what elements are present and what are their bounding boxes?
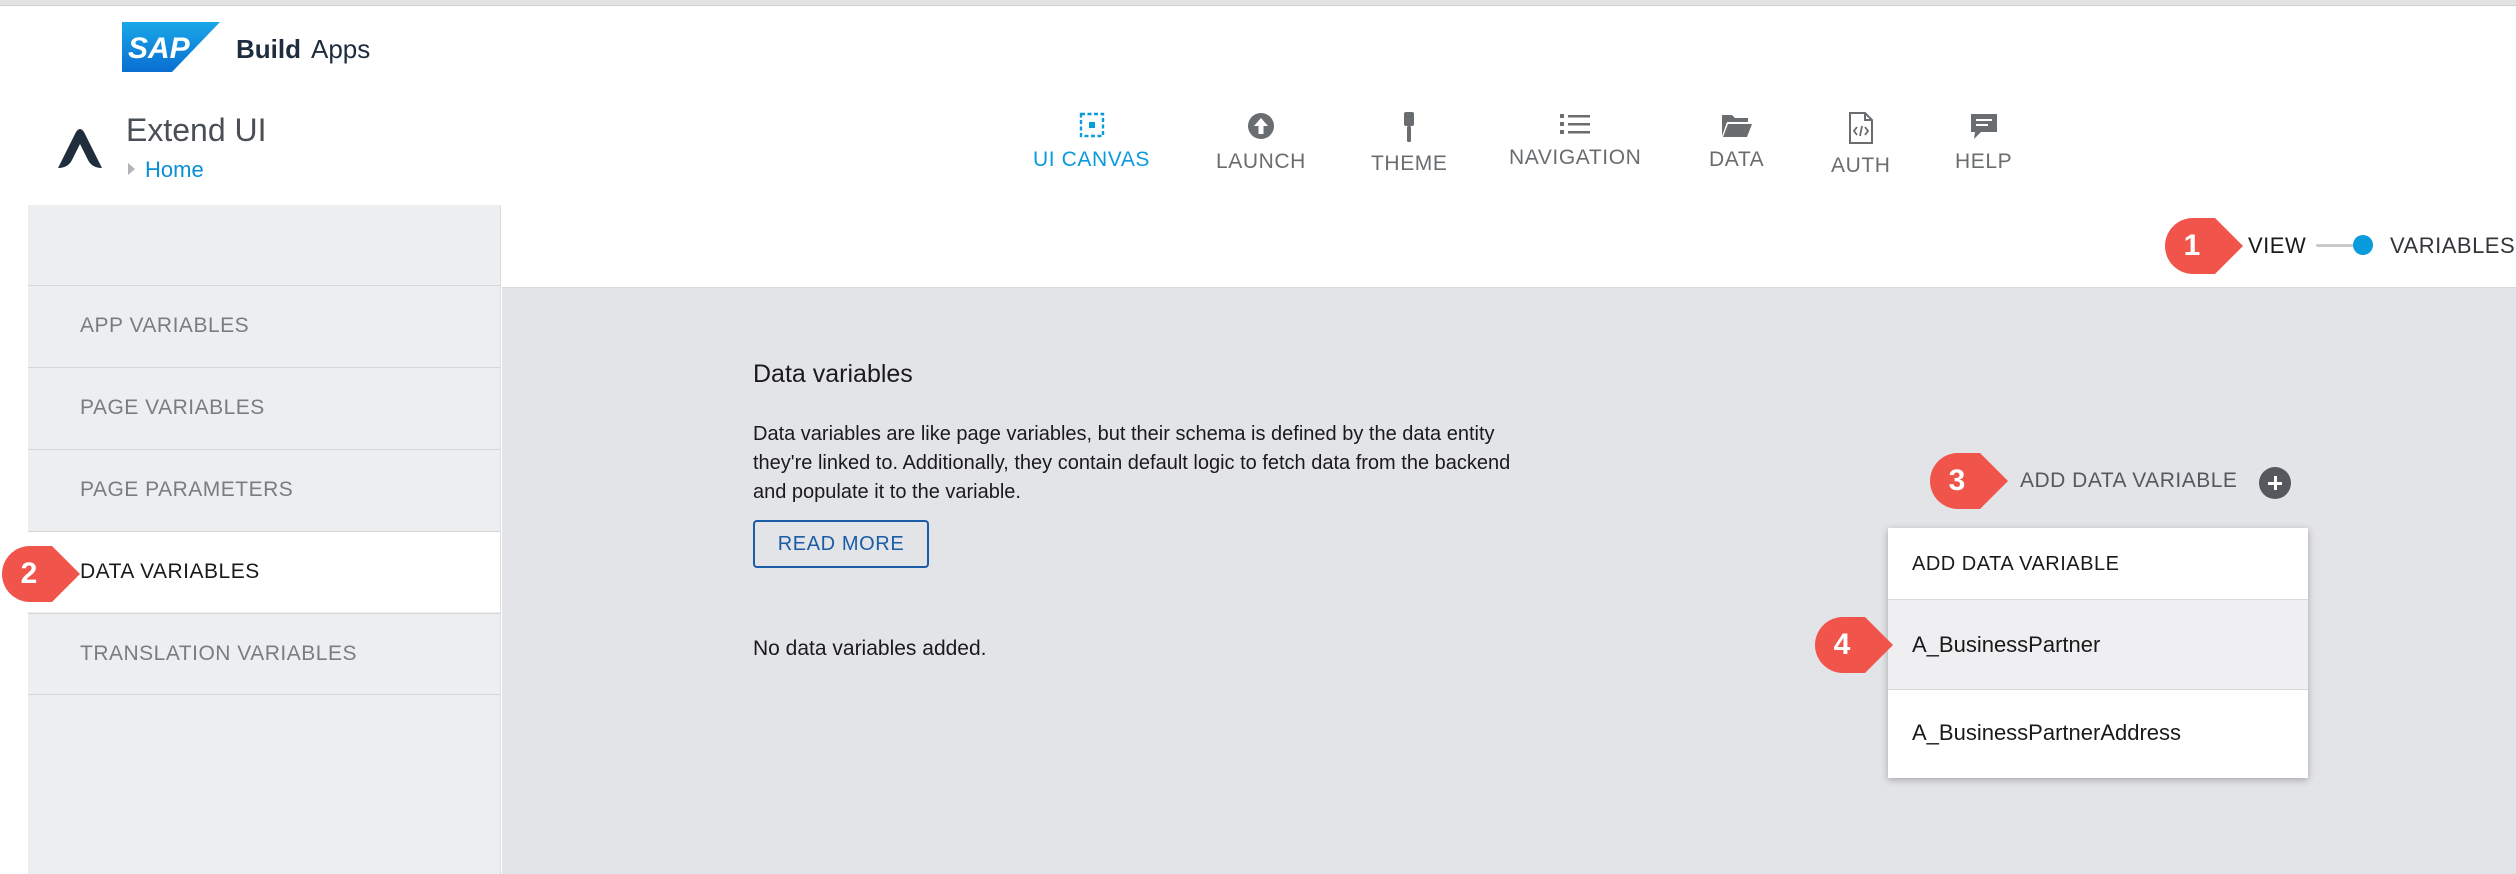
callout-marker-2: 2 (2, 546, 82, 602)
breadcrumb[interactable]: Home (128, 157, 204, 183)
callout-number: 1 (2183, 229, 2201, 262)
chat-icon (1970, 114, 1997, 139)
empty-state-text: No data variables added. (753, 637, 987, 660)
dropdown-item-label: A_BusinessPartner (1912, 632, 2101, 657)
sidebar-item-label: PAGE VARIABLES (80, 396, 265, 419)
tab-label: UI CANVAS (1033, 148, 1151, 171)
dropdown-item-business-partner[interactable]: A_BusinessPartner (1888, 600, 2308, 690)
sidebar-item-app-variables[interactable]: APP VARIABLES (28, 285, 500, 366)
dropdown-item-label: A_BusinessPartnerAddress (1912, 720, 2182, 745)
read-more-button[interactable]: READ MORE (753, 520, 929, 568)
tab-data[interactable]: DATA (1709, 112, 1764, 172)
callout-marker-3: 3 (1930, 453, 2010, 509)
sidebar-item-label: PAGE PARAMETERS (80, 478, 294, 501)
tab-ui-canvas[interactable]: UI CANVAS (1033, 112, 1150, 172)
sidebar-item-data-variables[interactable]: DATA VARIABLES (28, 531, 500, 612)
callout-number: 4 (1833, 628, 1851, 661)
variables-sidebar: APP VARIABLES PAGE VARIABLES PAGE PARAME… (28, 205, 501, 874)
window-top-border (0, 0, 2516, 6)
tab-label: NAVIGATION (1509, 146, 1642, 169)
list-icon (1560, 114, 1591, 134)
callout-number: 3 (1948, 464, 1966, 497)
sidebar-item-label: TRANSLATION VARIABLES (80, 642, 357, 665)
section-title: Data variables (753, 360, 913, 388)
toggle-variables-label[interactable]: VARIABLES (2390, 233, 2515, 259)
sidebar-item-page-parameters[interactable]: PAGE PARAMETERS (28, 449, 500, 530)
theme-brush-icon (1404, 112, 1415, 142)
add-data-variable-dropdown: ADD DATA VARIABLE A_BusinessPartner A_Bu… (1888, 528, 2308, 778)
dropdown-header: ADD DATA VARIABLE (1888, 528, 2308, 600)
tab-label: HELP (1955, 150, 2013, 173)
view-variables-switch-knob[interactable] (2353, 235, 2373, 255)
launch-icon (1247, 113, 1274, 139)
code-file-icon (1848, 112, 1873, 144)
brand-apps-label: Apps (311, 34, 371, 64)
tab-theme[interactable]: THEME (1371, 112, 1448, 176)
add-plus-icon[interactable] (2259, 467, 2291, 499)
tab-auth[interactable]: AUTH (1831, 112, 1891, 178)
toggle-view-label[interactable]: VIEW (2248, 233, 2306, 259)
dropdown-header-label: ADD DATA VARIABLE (1912, 553, 2120, 575)
sidebar-item-label: DATA VARIABLES (80, 560, 260, 583)
svg-text:SAP: SAP (128, 32, 191, 65)
sap-logo: SAP (122, 22, 220, 72)
dropdown-item-business-partner-address[interactable]: A_BusinessPartnerAddress (1888, 690, 2308, 778)
folder-icon (1721, 115, 1752, 137)
breadcrumb-home[interactable]: Home (145, 157, 204, 182)
tab-label: DATA (1709, 148, 1765, 171)
canvas-icon (1079, 112, 1104, 138)
tab-navigation[interactable]: NAVIGATION (1509, 112, 1641, 170)
section-description: Data variables are like page variables, … (753, 423, 1511, 503)
brand-build-label: Build (236, 34, 301, 64)
tab-label: LAUNCH (1216, 150, 1306, 173)
sidebar-divider (28, 694, 500, 695)
breadcrumb-arrow-icon (128, 163, 135, 176)
app-logo-icon (58, 129, 102, 168)
callout-marker-4: 4 (1815, 617, 1895, 673)
callout-marker-1: 1 (2165, 218, 2245, 274)
tab-label: AUTH (1831, 154, 1891, 177)
add-data-variable-link[interactable]: ADD DATA VARIABLE (2020, 469, 2237, 493)
sidebar-item-page-variables[interactable]: PAGE VARIABLES (28, 367, 500, 448)
tab-launch[interactable]: LAUNCH (1216, 112, 1306, 174)
tab-help[interactable]: HELP (1955, 112, 2012, 174)
sidebar-item-label: APP VARIABLES (80, 314, 250, 337)
sidebar-item-translation-variables[interactable]: TRANSLATION VARIABLES (28, 613, 500, 694)
tab-label: THEME (1371, 152, 1448, 175)
app-title: Extend UI (126, 112, 267, 148)
callout-number: 2 (20, 557, 38, 590)
